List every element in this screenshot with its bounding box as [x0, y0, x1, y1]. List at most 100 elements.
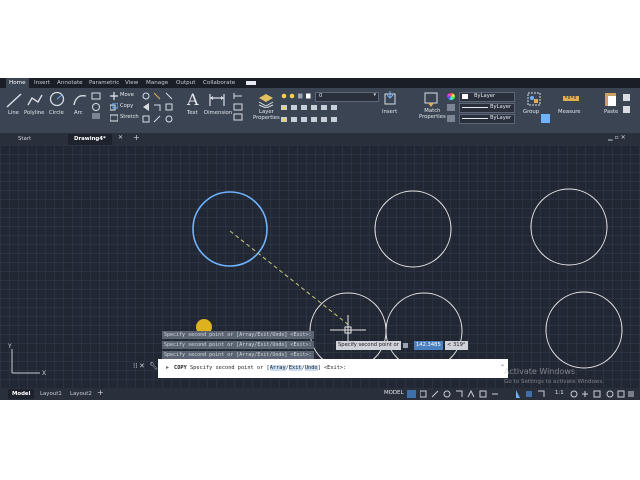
modify-small-icons[interactable]	[141, 91, 177, 125]
option-undo[interactable]: Undo	[304, 365, 318, 371]
text-icon[interactable]: A	[187, 90, 199, 109]
command-prompt-icon: ▸	[166, 364, 170, 371]
option-exit[interactable]: Exit	[288, 365, 302, 371]
circle-copy[interactable]	[374, 190, 452, 268]
linetype-sample	[462, 118, 488, 119]
command-line[interactable]: ▸ COPY Specify second point or [Array/Ex…	[158, 359, 508, 378]
polyline-button[interactable]: Polyline	[24, 110, 44, 116]
tab-layout2[interactable]: Layout2	[66, 389, 96, 399]
paste-icon[interactable]	[604, 91, 618, 107]
group-icon[interactable]	[526, 91, 542, 107]
color-swatch	[462, 94, 468, 99]
command-history-line: Specify second point or [Array/Exit/Undo…	[162, 351, 314, 359]
drawing-area[interactable]: Y X	[0, 145, 640, 388]
distance-input[interactable]: 142.3485	[414, 341, 443, 350]
group-select-icon[interactable]	[541, 114, 551, 124]
command-line-text[interactable]: COPY Specify second point or [Array/Exit…	[174, 365, 346, 371]
wrench-icon[interactable]: 🔧︎	[149, 362, 158, 370]
tab-manage[interactable]: Manage	[146, 78, 168, 88]
clipboard-small-icons[interactable]	[622, 93, 632, 121]
tab-start[interactable]: Start	[12, 134, 37, 145]
ribbon-toggle-icon[interactable]	[246, 81, 256, 85]
move-button[interactable]: Move	[120, 92, 134, 98]
tab-home[interactable]: Home	[6, 78, 29, 88]
dynamic-input-prompt: Specify second point or	[336, 341, 401, 350]
tab-view[interactable]: View	[125, 78, 138, 88]
tab-layout1[interactable]: Layout1	[36, 389, 66, 399]
text-button[interactable]: Text	[187, 110, 198, 116]
new-tab-icon[interactable]: +	[133, 133, 140, 142]
arc-button[interactable]: Arc	[74, 110, 83, 116]
circle-copy[interactable]	[545, 291, 623, 369]
tab-insert[interactable]: Insert	[34, 78, 50, 88]
insert-block-icon[interactable]	[384, 91, 398, 107]
status-tools-icons[interactable]	[570, 390, 636, 398]
lock-icon	[403, 343, 408, 348]
command-prompt-end: ] <Exit>:	[317, 365, 347, 371]
tab-model[interactable]: Model	[8, 389, 35, 399]
annotation-scale[interactable]: 1:1	[555, 390, 564, 396]
autocad-window: Home Insert Annotate Parametric View Man…	[0, 78, 640, 400]
drawing-canvas[interactable]: Y X Specify second point or [Array/Exit/…	[0, 145, 640, 388]
drafting-toggles-icons[interactable]	[420, 390, 550, 398]
group-button[interactable]: Group	[523, 109, 539, 115]
grid-toggle-icon[interactable]	[407, 390, 416, 398]
circle-icon[interactable]	[49, 91, 65, 107]
tab-output[interactable]: Output	[176, 78, 195, 88]
layer-properties-icon[interactable]	[257, 92, 275, 108]
circle-copy[interactable]	[530, 188, 608, 266]
activate-windows-subtitle: Go to Settings to activate Windows.	[504, 379, 605, 385]
command-name: COPY	[174, 365, 187, 371]
circle-copy[interactable]	[385, 292, 463, 370]
draw-small-icons[interactable]	[90, 92, 104, 122]
lineweight-dropdown[interactable]: ByLayer	[459, 103, 515, 113]
tab-collaborate[interactable]: Collaborate	[203, 78, 235, 88]
dimension-icon[interactable]	[208, 92, 226, 108]
rubberband-line	[229, 230, 351, 327]
color-dropdown[interactable]: ByLayer	[459, 92, 515, 102]
window-controls-icon[interactable]: ▁▫✕	[608, 134, 628, 141]
dimension-button[interactable]: Dimension	[204, 110, 232, 116]
copy-icon	[110, 103, 118, 111]
model-space-button[interactable]: MODEL	[384, 390, 403, 396]
angle-input[interactable]: < 319°	[445, 341, 468, 350]
copy-button[interactable]: Copy	[120, 103, 133, 109]
status-bar: Model Layout1 Layout2 + MODEL 1:1	[0, 388, 640, 400]
tab-annotate[interactable]: Annotate	[57, 78, 83, 88]
paste-button[interactable]: Paste	[604, 109, 618, 115]
tab-drawing4[interactable]: Drawing4*	[68, 134, 112, 145]
measure-button[interactable]: Measure	[558, 109, 581, 115]
insert-button[interactable]: Insert	[382, 109, 397, 115]
close-icon[interactable]: ✕	[139, 362, 145, 370]
tab-parametric[interactable]: Parametric	[89, 78, 119, 88]
line-icon[interactable]	[5, 91, 23, 109]
circle-button[interactable]: Circle	[49, 110, 64, 116]
layer-tools-icons[interactable]	[281, 104, 377, 126]
stretch-icon	[110, 114, 118, 122]
add-layout-icon[interactable]: +	[97, 388, 104, 397]
match-properties-button[interactable]: Match Properties	[419, 108, 446, 120]
close-tab-icon[interactable]: ✕	[118, 134, 123, 141]
ucs-icon: Y X	[7, 343, 46, 377]
ribbon-tab-bar: Home Insert Annotate Parametric View Man…	[0, 78, 640, 88]
linetype-dropdown[interactable]: ByLayer	[459, 114, 515, 124]
command-history-line: Specify second point or [Array/Exit/Undo…	[162, 331, 314, 339]
arc-icon[interactable]	[72, 92, 88, 108]
match-properties-icon[interactable]	[424, 91, 438, 107]
layer-dropdown-value: 0	[319, 93, 323, 99]
option-array[interactable]: Array	[269, 365, 286, 371]
color-wheel-icon[interactable]	[447, 93, 455, 100]
annotation-small-icons[interactable]	[233, 92, 245, 122]
command-grip-icon[interactable]: ⁞⁞	[133, 362, 137, 370]
command-history-line: Specify second point or [Array/Exit/Undo…	[162, 341, 314, 349]
ribbon-panel: Line Polyline Circle Arc Move Copy Stret…	[0, 88, 640, 143]
layer-properties-button[interactable]: Layer Properties	[253, 109, 280, 121]
chevron-down-icon: ▾	[373, 92, 376, 98]
selected-circle[interactable]	[192, 191, 268, 267]
line-button[interactable]: Line	[8, 110, 19, 116]
polyline-icon[interactable]	[26, 92, 44, 108]
layer-dropdown[interactable]: 0 ▾	[315, 92, 379, 102]
lineweight-sample	[462, 107, 488, 108]
stretch-button[interactable]: Stretch	[120, 114, 139, 120]
measure-icon[interactable]	[562, 94, 580, 104]
